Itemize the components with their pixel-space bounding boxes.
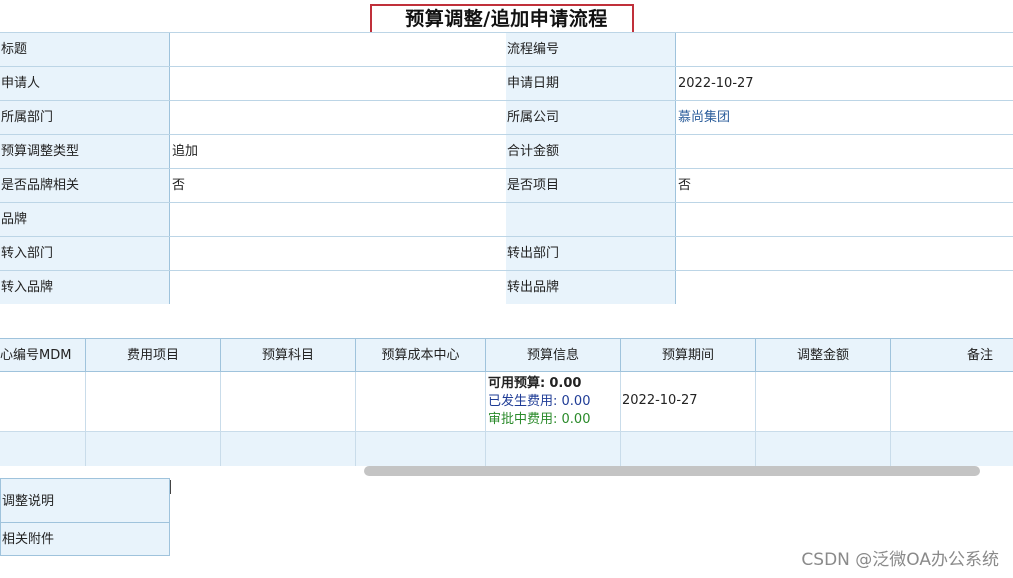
detail-table: 心编号MDM 费用项目 预算科目 预算成本中心 预算信息 预算期间 调整金额 备…	[0, 338, 1013, 467]
footer-cell	[0, 432, 86, 466]
horizontal-scrollbar[interactable]	[364, 466, 980, 476]
cell-cost-center-mdm[interactable]	[0, 372, 86, 432]
value-transfer-in-dept[interactable]	[170, 237, 506, 270]
value-apply-date[interactable]: 2022-10-27	[676, 67, 1013, 100]
col-header-cost-center-mdm: 心编号MDM	[0, 339, 86, 372]
label-transfer-out-brand: 转出品牌	[506, 271, 676, 304]
cell-adjust-amount[interactable]	[756, 372, 891, 432]
label-title: 标题	[0, 33, 170, 66]
footer-cell	[756, 432, 891, 466]
col-header-budget-period: 预算期间	[621, 339, 756, 372]
col-header-adjust-amount: 调整金额	[756, 339, 891, 372]
label-company: 所属公司	[506, 101, 676, 134]
value-total-amount	[676, 135, 1013, 168]
value-transfer-out-dept[interactable]	[676, 237, 1013, 270]
select-is-project[interactable]: 否	[676, 169, 1013, 202]
watermark: CSDN @泛微OA办公系统	[801, 550, 999, 570]
col-header-budget-subject: 预算科目	[221, 339, 356, 372]
value-applicant	[170, 67, 506, 100]
col-header-budget-info: 预算信息	[486, 339, 621, 372]
value-department	[170, 101, 506, 134]
budget-period-value: 2022-10-27	[622, 393, 698, 408]
col-header-remark: 备注	[891, 339, 1013, 372]
label-department: 所属部门	[0, 101, 170, 134]
cell-budget-info: 可用预算: 0.00 已发生费用: 0.00 审批中费用: 0.00	[486, 372, 621, 432]
value-brand[interactable]	[170, 203, 506, 236]
text-cursor	[170, 480, 171, 494]
pending-expense: 审批中费用: 0.00	[488, 412, 591, 427]
label-adjust-description: 调整说明	[0, 478, 170, 523]
form-row-brand: 品牌	[0, 202, 1013, 236]
form-row-transfer-brand: 转入品牌 转出品牌	[0, 270, 1013, 304]
form-row-department: 所属部门 所属公司 慕尚集团	[0, 100, 1013, 134]
label-total-amount: 合计金额	[506, 135, 676, 168]
cell-budget-subject[interactable]	[221, 372, 356, 432]
label-applicant: 申请人	[0, 67, 170, 100]
footer-cell	[356, 432, 486, 466]
col-header-expense-item: 费用项目	[86, 339, 221, 372]
footer-cell	[221, 432, 356, 466]
col-header-budget-cost-center: 预算成本中心	[356, 339, 486, 372]
value-empty	[676, 203, 1013, 236]
cell-budget-period: 2022-10-27	[621, 372, 756, 432]
cell-expense-item[interactable]	[86, 372, 221, 432]
incurred-expense: 已发生费用: 0.00	[488, 394, 591, 409]
label-transfer-out-dept: 转出部门	[506, 237, 676, 270]
footer-cell	[86, 432, 221, 466]
label-brand: 品牌	[0, 203, 170, 236]
label-brand-related: 是否品牌相关	[0, 169, 170, 202]
select-brand-related[interactable]: 否	[170, 169, 506, 202]
footer-cell	[486, 432, 621, 466]
form-row-transfer-dept: 转入部门 转出部门	[0, 236, 1013, 270]
label-transfer-in-brand: 转入品牌	[0, 271, 170, 304]
footer-cell	[891, 432, 1013, 466]
available-budget: 可用预算: 0.00	[488, 376, 582, 391]
label-process-number: 流程编号	[506, 33, 676, 66]
label-transfer-in-dept: 转入部门	[0, 237, 170, 270]
footer-cell	[621, 432, 756, 466]
label-is-project: 是否项目	[506, 169, 676, 202]
page-title: 预算调整/追加申请流程	[405, 8, 608, 30]
value-company: 慕尚集团	[676, 101, 1013, 134]
label-apply-date: 申请日期	[506, 67, 676, 100]
form-row-applicant: 申请人 申请日期 2022-10-27	[0, 66, 1013, 100]
form-row-title: 标题 流程编号	[0, 32, 1013, 66]
label-adjust-type: 预算调整类型	[0, 135, 170, 168]
form-row-adjust-type: 预算调整类型 追加 合计金额	[0, 134, 1013, 168]
cell-remark[interactable]	[891, 372, 1013, 432]
form-row-brand-related: 是否品牌相关 否 是否项目 否	[0, 168, 1013, 202]
value-transfer-out-brand[interactable]	[676, 271, 1013, 304]
select-adjust-type[interactable]: 追加	[170, 135, 506, 168]
cell-budget-cost-center[interactable]	[356, 372, 486, 432]
input-title[interactable]	[170, 33, 506, 66]
value-process-number	[676, 33, 1013, 66]
value-transfer-in-brand[interactable]	[170, 271, 506, 304]
label-empty	[506, 203, 676, 236]
label-attachments: 相关附件	[0, 522, 170, 556]
